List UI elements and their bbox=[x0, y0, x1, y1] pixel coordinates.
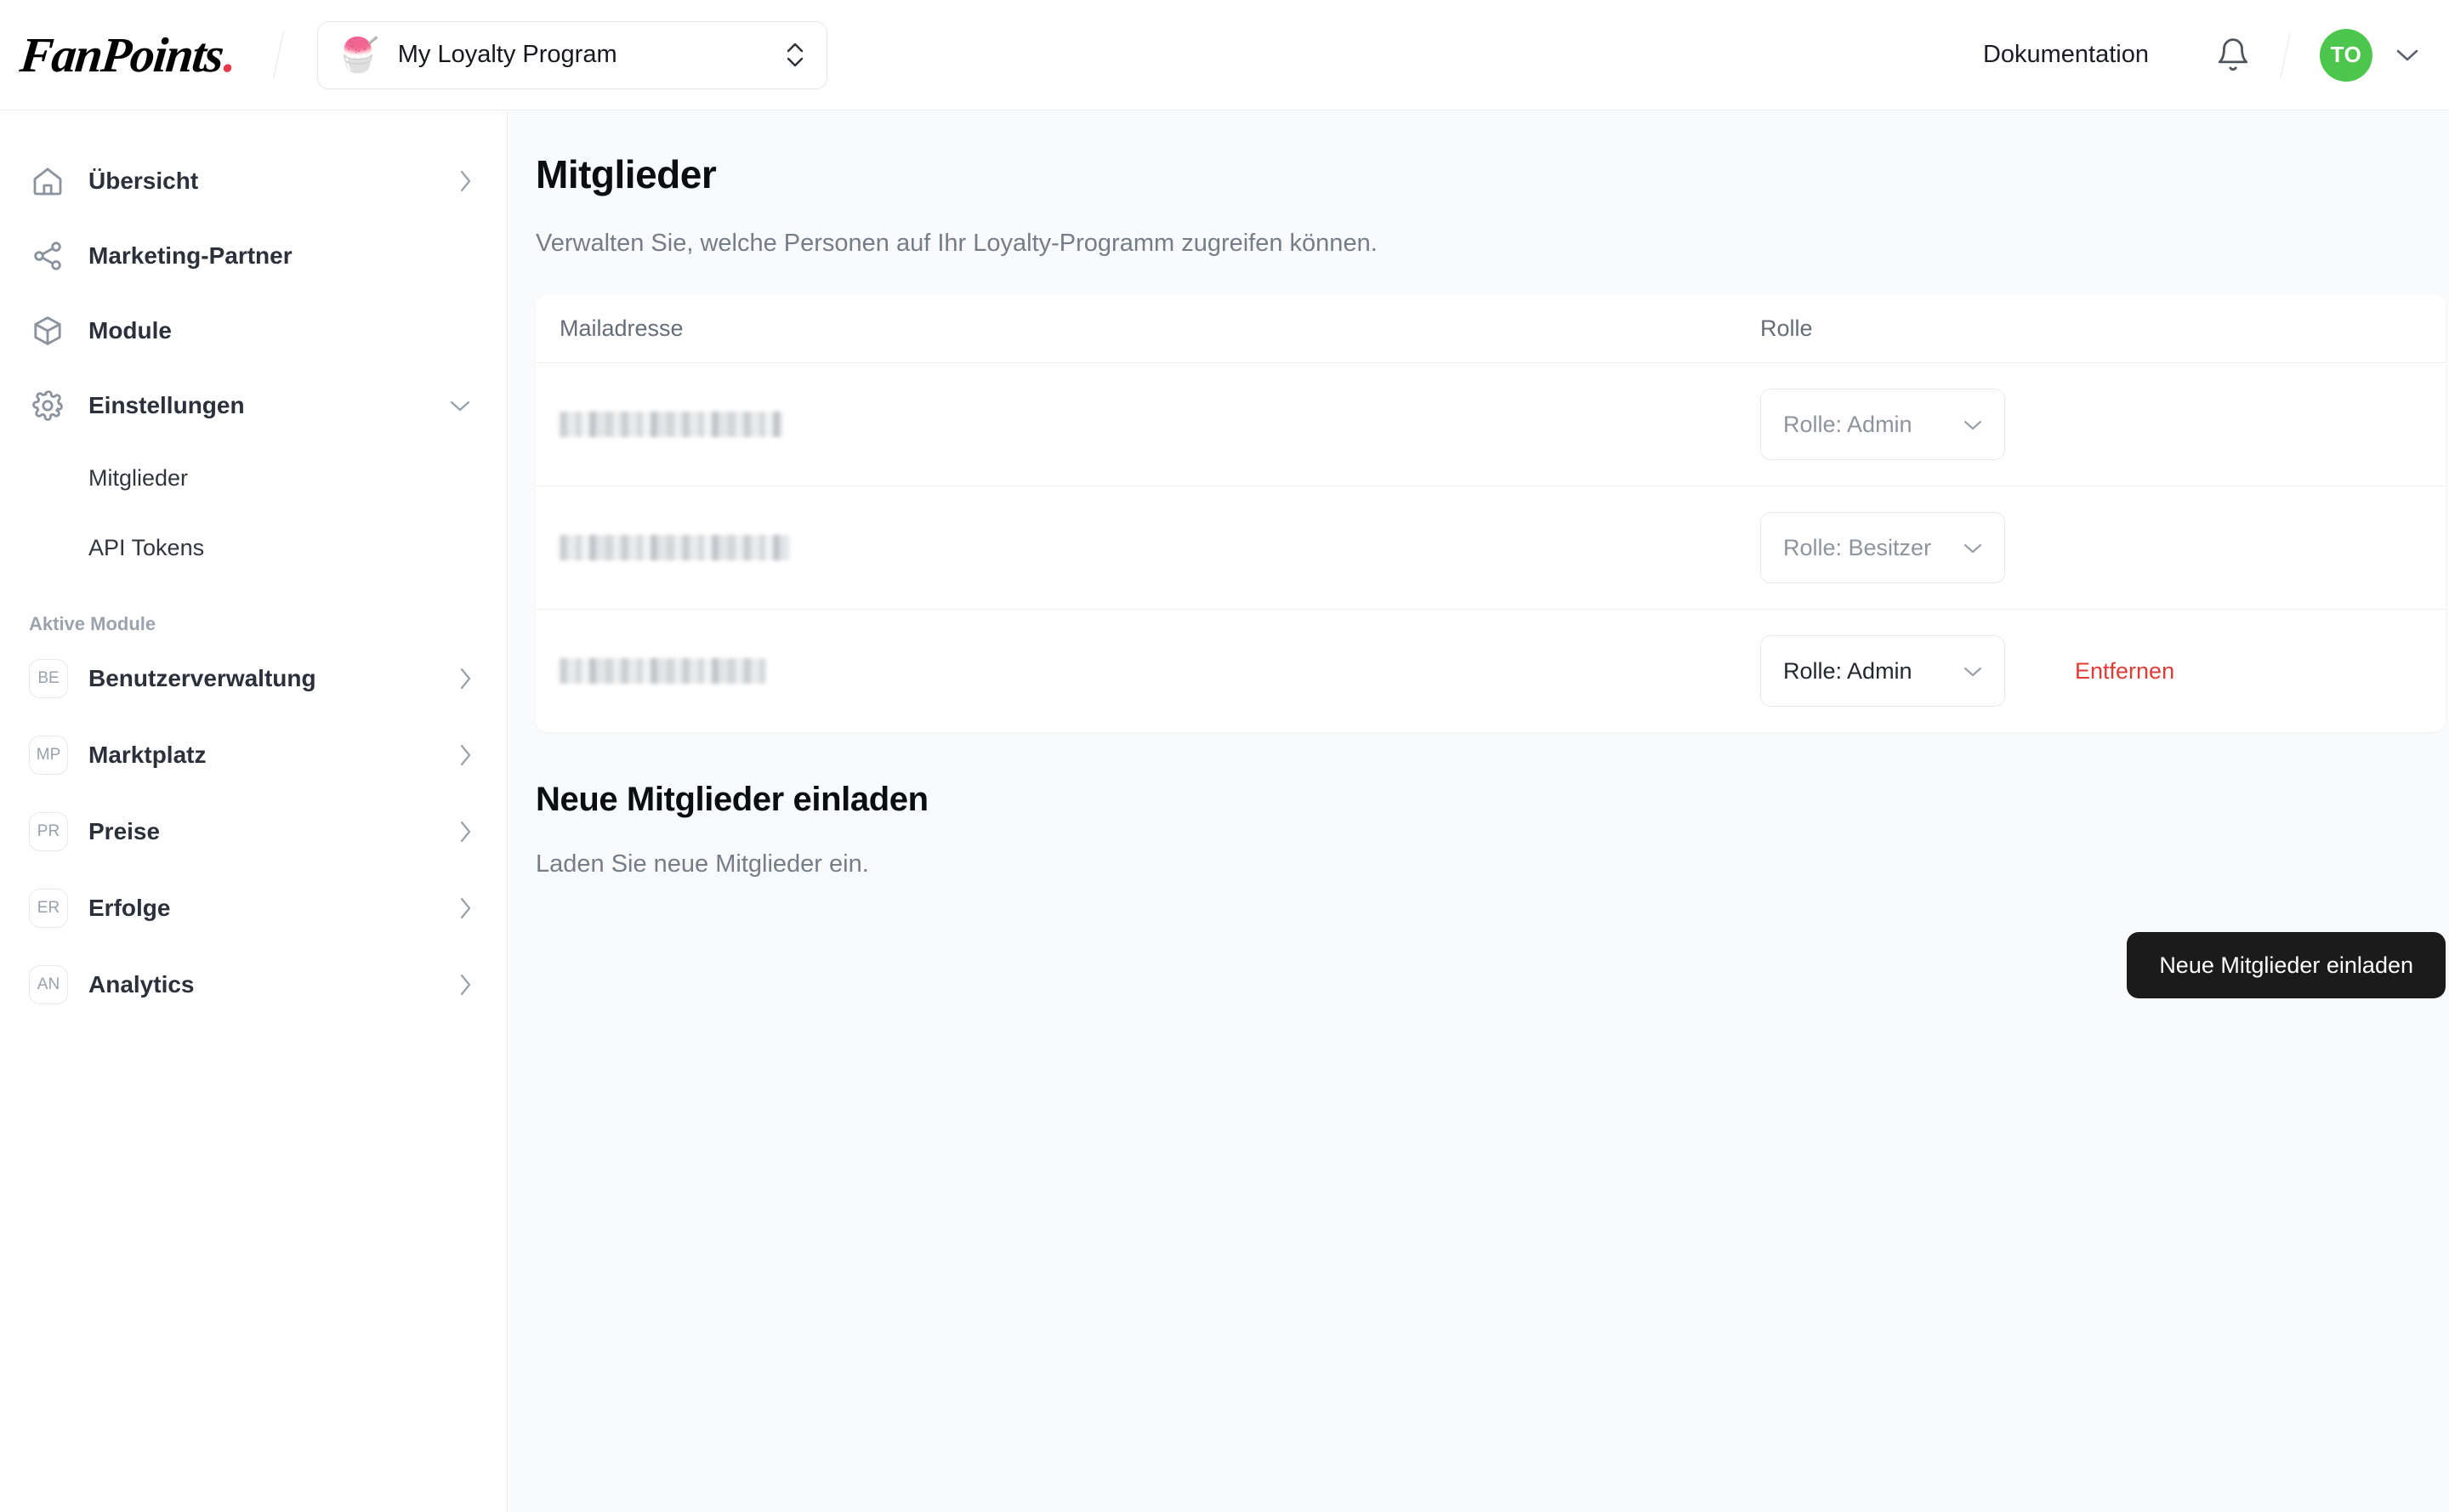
table-row: Rolle: Admin bbox=[536, 362, 2446, 486]
redacted-email bbox=[560, 412, 782, 437]
notification-bell-icon[interactable] bbox=[2215, 36, 2251, 75]
sidebar-module-label: Preise bbox=[88, 818, 161, 844]
column-header-mailadresse: Mailadresse bbox=[560, 315, 684, 341]
sidebar-item-label: Marketing-Partner bbox=[88, 242, 293, 269]
chevron-right-icon bbox=[457, 666, 473, 691]
chevron-right-icon bbox=[457, 168, 473, 194]
sidebar-subitem-label: API Tokens bbox=[88, 534, 205, 560]
main-content: Mitglieder Verwalten Sie, welche Persone… bbox=[509, 111, 2449, 1512]
module-badge-icon: MP bbox=[29, 736, 68, 775]
redacted-email bbox=[560, 535, 789, 560]
chevron-right-icon bbox=[457, 972, 473, 998]
module-badge-icon: ER bbox=[29, 889, 68, 928]
header-divider bbox=[273, 31, 284, 78]
sidebar: Übersicht Marketing-Partner Module Einst… bbox=[0, 111, 508, 1512]
chevron-right-icon bbox=[457, 895, 473, 921]
table-row: Rolle: Admin Entfernen bbox=[536, 609, 2446, 732]
header-actions: Dokumentation TO bbox=[1983, 28, 2449, 82]
module-badge-icon: BE bbox=[29, 659, 68, 698]
avatar[interactable]: TO bbox=[2320, 28, 2372, 82]
app-header: FanPoints. 🍧 My Loyalty Program Dokument… bbox=[0, 0, 2449, 111]
program-name-label: My Loyalty Program bbox=[397, 41, 617, 68]
module-badge-icon: AN bbox=[29, 965, 68, 1004]
chevron-up-down-icon bbox=[786, 42, 804, 68]
role-dropdown[interactable]: Rolle: Besitzer bbox=[1760, 512, 2005, 583]
program-selector[interactable]: 🍧 My Loyalty Program bbox=[316, 20, 827, 89]
sidebar-section-label: Aktive Module bbox=[29, 613, 156, 634]
table-header-row: Mailadresse Rolle bbox=[536, 294, 2446, 362]
column-header-rolle: Rolle bbox=[1760, 315, 1813, 341]
sidebar-module-label: Analytics bbox=[88, 971, 195, 998]
chevron-down-icon bbox=[1962, 665, 1984, 678]
sidebar-item-uebersicht[interactable]: Übersicht bbox=[0, 144, 507, 219]
chevron-right-icon bbox=[457, 819, 473, 844]
gear-icon bbox=[29, 387, 66, 424]
sidebar-module-analytics[interactable]: AN Analytics bbox=[0, 946, 507, 1023]
page-title: Mitglieder bbox=[536, 152, 717, 196]
members-table-card: Mailadresse Rolle Rolle: Admin Rolle: Be… bbox=[536, 294, 2446, 732]
sidebar-item-module[interactable]: Module bbox=[0, 293, 507, 368]
documentation-link[interactable]: Dokumentation bbox=[1983, 41, 2149, 69]
cell-role: Rolle: Admin Entfernen bbox=[1760, 635, 2405, 707]
share-icon bbox=[29, 237, 66, 275]
ice-cream-icon: 🍧 bbox=[336, 36, 379, 74]
cell-email bbox=[560, 658, 1760, 684]
page-subtitle: Verwalten Sie, welche Personen auf Ihr L… bbox=[536, 230, 1378, 257]
role-dropdown-value: Rolle: Besitzer bbox=[1783, 534, 1932, 560]
sidebar-subitem-mitglieder[interactable]: Mitglieder bbox=[0, 443, 507, 513]
remove-member-link[interactable]: Entfernen bbox=[2075, 658, 2174, 685]
cell-email bbox=[560, 535, 1760, 560]
redacted-email bbox=[560, 658, 767, 684]
sidebar-module-preise[interactable]: PR Preise bbox=[0, 793, 507, 870]
sidebar-module-benutzerverwaltung[interactable]: BE Benutzerverwaltung bbox=[0, 640, 507, 717]
role-dropdown[interactable]: Rolle: Admin bbox=[1760, 389, 2005, 460]
sidebar-module-erfolge[interactable]: ER Erfolge bbox=[0, 870, 507, 946]
chevron-down-icon bbox=[447, 398, 473, 413]
header-right-divider bbox=[2280, 31, 2291, 78]
sidebar-item-label: Einstellungen bbox=[88, 392, 245, 418]
brand-text: FanPoints bbox=[17, 27, 226, 82]
module-badge-icon: PR bbox=[29, 812, 68, 851]
invite-section-title: Neue Mitglieder einladen bbox=[536, 781, 929, 818]
sidebar-subitem-api-tokens[interactable]: API Tokens bbox=[0, 513, 507, 583]
chevron-right-icon bbox=[457, 742, 473, 768]
sidebar-item-marketing-partner[interactable]: Marketing-Partner bbox=[0, 219, 507, 293]
home-icon bbox=[29, 162, 66, 200]
sidebar-module-label: Erfolge bbox=[88, 895, 171, 921]
sidebar-item-label: Module bbox=[88, 317, 172, 344]
chevron-down-icon bbox=[1962, 542, 1984, 554]
role-dropdown-value: Rolle: Admin bbox=[1783, 657, 1912, 684]
cell-email bbox=[560, 412, 1760, 437]
brand-logo[interactable]: FanPoints. bbox=[17, 26, 237, 83]
chevron-down-icon bbox=[1962, 418, 1984, 431]
invite-members-button[interactable]: Neue Mitglieder einladen bbox=[2127, 932, 2446, 998]
sidebar-module-label: Benutzerverwaltung bbox=[88, 665, 316, 691]
chevron-down-icon[interactable] bbox=[2395, 48, 2420, 63]
cell-role: Rolle: Besitzer bbox=[1760, 512, 2405, 583]
sidebar-item-label: Übersicht bbox=[88, 168, 199, 194]
sidebar-subitem-label: Mitglieder bbox=[88, 464, 189, 491]
table-row: Rolle: Besitzer bbox=[536, 486, 2446, 609]
sidebar-module-label: Marktplatz bbox=[88, 742, 207, 768]
role-dropdown[interactable]: Rolle: Admin bbox=[1760, 635, 2005, 707]
sidebar-item-einstellungen[interactable]: Einstellungen bbox=[0, 368, 507, 443]
cell-role: Rolle: Admin bbox=[1760, 389, 2405, 460]
sidebar-module-marktplatz[interactable]: MP Marktplatz bbox=[0, 717, 507, 793]
cube-icon bbox=[29, 312, 66, 350]
role-dropdown-value: Rolle: Admin bbox=[1783, 411, 1912, 437]
invite-section-description: Laden Sie neue Mitglieder ein. bbox=[536, 850, 869, 878]
